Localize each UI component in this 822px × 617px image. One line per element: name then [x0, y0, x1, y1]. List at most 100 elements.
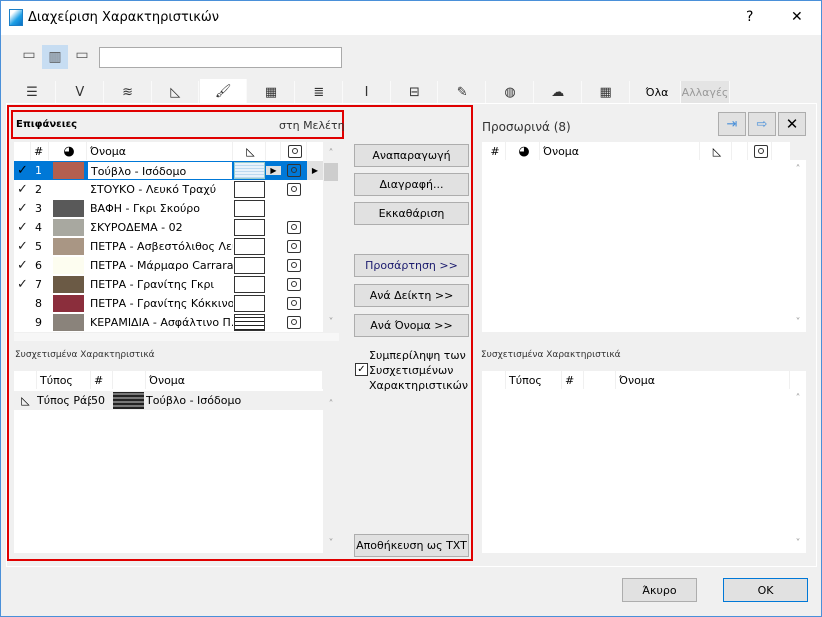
right-col-name[interactable]: Όνομα — [540, 142, 700, 160]
col-image[interactable] — [281, 142, 307, 160]
visibility-check[interactable]: ✓ — [14, 220, 31, 235]
row-name[interactable]: ΣΚΥΡΟΔΕΜΑ - 02 — [87, 218, 233, 237]
left-source[interactable]: στη Μελέτη — [279, 119, 345, 132]
tab-operation-profile[interactable]: ☁ — [535, 81, 582, 103]
right-col-fill[interactable]: ◺ — [700, 142, 732, 160]
delete-button[interactable]: Διαγραφή... — [354, 173, 469, 196]
left-assoc-scrollbar[interactable]: ˄ ˅ — [323, 389, 339, 553]
tab-grid[interactable]: ▦ — [583, 81, 630, 103]
color-swatch[interactable] — [49, 276, 87, 293]
table-row[interactable]: ✓ 1 Τούβλο - Ισόδομο ▶ ▶ — [14, 161, 323, 180]
tab-markup[interactable]: ✎ — [439, 81, 487, 103]
texture-image[interactable] — [281, 294, 307, 313]
table-row[interactable]: ✓ 5 ΠΕΤΡΑ - Ασβεστόλιθος Λείος — [14, 237, 323, 256]
row-name[interactable]: ΚΕΡΑΜΙΔΙΑ - Ασφάλτινο Π... — [87, 313, 233, 332]
right-col-num[interactable]: # — [482, 142, 506, 160]
assoc-col-name[interactable]: Όνομα — [146, 371, 323, 389]
tab-pen[interactable]: Ⅴ — [57, 81, 104, 103]
texture-image[interactable] — [281, 199, 307, 218]
right-assoc-col-name[interactable]: Όνομα — [616, 371, 790, 389]
table-row[interactable]: ✓ 2 ΣΤΟΥΚΟ - Λευκό Τραχύ — [14, 180, 323, 199]
include-assoc-label[interactable]: Συμπερίληψη των Συσχετισμένων Χαρακτηρισ… — [369, 348, 468, 393]
col-color[interactable]: ◕ — [49, 142, 87, 160]
assoc-col-num[interactable]: # — [91, 371, 113, 389]
fill-swatch[interactable] — [233, 200, 266, 217]
right-assoc-col-type[interactable]: Τύπος — [506, 371, 562, 389]
include-assoc-checkbox[interactable]: ✓ — [355, 363, 368, 376]
right-assoc-scrollbar[interactable]: ˄ ˅ — [790, 389, 806, 553]
fill-swatch[interactable] — [233, 276, 266, 293]
left-horizontal-scrollbar[interactable] — [14, 333, 339, 341]
tab-zone[interactable]: ⊟ — [391, 81, 439, 103]
color-swatch[interactable] — [49, 295, 87, 312]
fill-swatch[interactable] — [233, 238, 266, 255]
visibility-check[interactable]: ✓ — [14, 163, 31, 178]
color-swatch[interactable] — [49, 314, 87, 331]
row-name[interactable]: Τούβλο - Ισόδομο — [87, 161, 233, 180]
right-assoc-col-num[interactable]: # — [562, 371, 584, 389]
tab-building-material[interactable]: ▦ — [248, 81, 295, 103]
visibility-check[interactable]: ✓ — [14, 182, 31, 197]
texture-image[interactable] — [281, 161, 307, 180]
row-name[interactable]: ΒΑΦΗ - Γκρι Σκούρο — [87, 199, 233, 218]
assoc-col-type[interactable]: Τύπος — [37, 371, 91, 389]
clear-button[interactable]: ✕ — [778, 112, 806, 136]
table-row[interactable]: ✓ 7 ΠΕΤΡΑ - Γρανίτης Γκρι — [14, 275, 323, 294]
ok-button[interactable]: OK — [723, 578, 808, 602]
purge-button[interactable]: Εκκαθάριση — [354, 202, 469, 225]
row-name[interactable]: ΠΕΤΡΑ - Γρανίτης Γκρι — [87, 275, 233, 294]
fill-swatch[interactable] — [233, 219, 266, 236]
left-table-scrollbar[interactable]: ˄ ˅ — [323, 142, 339, 332]
by-name-button[interactable]: Ανά Όνομα >> — [354, 314, 469, 337]
fill-swatch[interactable] — [233, 257, 266, 274]
right-table-scrollbar[interactable]: ˄ ˅ — [790, 160, 806, 332]
fill-swatch[interactable] — [233, 314, 266, 331]
append-button[interactable]: Προσάρτηση >> — [354, 254, 469, 277]
texture-menu-arrow[interactable]: ▶ — [307, 161, 323, 180]
visibility-check[interactable]: ✓ — [14, 201, 31, 216]
tab-line-type[interactable]: ≋ — [105, 81, 152, 103]
texture-image[interactable] — [281, 256, 307, 275]
color-swatch[interactable] — [49, 200, 87, 217]
close-button[interactable]: ✕ — [791, 9, 803, 25]
color-swatch[interactable] — [49, 219, 87, 236]
search-input[interactable] — [99, 47, 342, 68]
table-row[interactable]: ✓ 6 ΠΕΤΡΑ - Μάρμαρο Carrara ... — [14, 256, 323, 275]
visibility-check[interactable]: ✓ — [14, 277, 31, 292]
tab-composite[interactable]: ≣ — [296, 81, 343, 103]
tab-profile[interactable]: Ι — [344, 81, 391, 103]
help-button[interactable]: ? — [746, 9, 753, 25]
tab-fill[interactable]: ◺ — [152, 81, 200, 103]
color-swatch[interactable] — [49, 238, 87, 255]
tab-surface-brush[interactable]: 🖌 — [200, 79, 248, 103]
export-button[interactable]: ⇨ — [748, 112, 776, 136]
row-name[interactable]: ΠΕΤΡΑ - Ασβεστόλιθος Λείος — [87, 237, 233, 256]
col-name[interactable]: Όνομα — [87, 142, 233, 160]
row-name[interactable]: ΠΕΤΡΑ - Γρανίτης Κόκκινος — [87, 294, 233, 313]
cancel-button[interactable]: Άκυρο — [622, 578, 697, 602]
color-swatch[interactable] — [49, 162, 87, 179]
table-row[interactable]: ✓ 4 ΣΚΥΡΟΔΕΜΑ - 02 — [14, 218, 323, 237]
table-row[interactable]: ✓ 3 ΒΑΦΗ - Γκρι Σκούρο — [14, 199, 323, 218]
view-split-button[interactable]: ▥ — [42, 45, 68, 69]
visibility-check[interactable]: ✓ — [14, 239, 31, 254]
right-col-image[interactable] — [748, 142, 772, 160]
row-name[interactable]: ΣΤΟΥΚΟ - Λευκό Τραχύ — [87, 180, 233, 199]
texture-image[interactable] — [281, 275, 307, 294]
view-right-button[interactable]: ▭ — [72, 47, 92, 67]
assoc-row[interactable]: ◺ Τύπος Ράβδωσης 50 Τούβλο - Ισόδομο — [14, 391, 323, 410]
tab-changes[interactable]: Αλλαγές — [681, 81, 730, 103]
texture-image[interactable] — [281, 218, 307, 237]
fill-swatch[interactable] — [233, 295, 266, 312]
texture-image[interactable] — [281, 180, 307, 199]
view-single-button[interactable]: ▭ — [19, 47, 39, 67]
col-num[interactable]: # — [31, 142, 49, 160]
tab-globe[interactable]: ◍ — [487, 81, 534, 103]
right-col-color[interactable]: ◕ — [506, 142, 540, 160]
texture-image[interactable] — [281, 313, 307, 332]
table-row[interactable]: 8 ΠΕΤΡΑ - Γρανίτης Κόκκινος — [14, 294, 323, 313]
duplicate-button[interactable]: Αναπαραγωγή — [354, 144, 469, 167]
import-button[interactable]: ⇥ — [718, 112, 746, 136]
color-swatch[interactable] — [49, 181, 87, 198]
tab-all[interactable]: Όλα — [634, 81, 681, 103]
